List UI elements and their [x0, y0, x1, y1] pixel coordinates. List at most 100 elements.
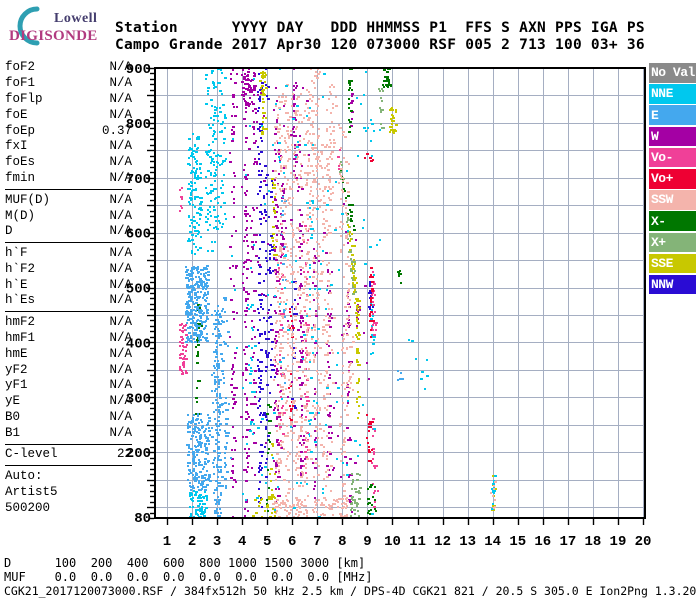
parameter-label: hmE	[5, 346, 28, 361]
parameter-row: h`E N/A	[5, 278, 132, 294]
parameter-label: B1	[5, 426, 21, 441]
parameter-label: MUF(D)	[5, 192, 51, 207]
parameter-label: fxI	[5, 139, 28, 154]
legend-item-x+: X+	[649, 232, 696, 253]
distance-row: D 100 200 400 600 800 1000 1500 3000 [km…	[4, 556, 366, 570]
parameter-row: foEp 0.37	[5, 124, 132, 140]
parameter-row: h`Es N/A	[5, 293, 132, 309]
parameter-label: yE	[5, 394, 21, 409]
file-info-line: CGK21_2017120073000.RSF / 384fx512h 50 k…	[4, 584, 697, 598]
legend-item-nnw: NNW	[649, 274, 696, 295]
parameter-value: N/A	[109, 293, 132, 308]
parameter-row: C-level 22	[5, 447, 132, 463]
parameter-value: N/A	[109, 91, 132, 106]
lowell-digisonde-logo: Lowell DIGISONDE	[2, 2, 114, 52]
parameter-value: N/A	[109, 155, 132, 170]
parameter-group: Auto: Artist5 500200	[5, 465, 132, 518]
parameter-row: M(D) N/A	[5, 209, 132, 225]
parameter-value: N/A	[109, 410, 132, 425]
legend-label: No Val	[651, 65, 695, 81]
parameter-group: hmF2 N/A hmF1 N/A hmE N/A yF2 N/A yF1 N/A yE N/A B0 N…	[5, 311, 132, 444]
parameter-value: 22	[116, 447, 132, 462]
parameter-row: h`F N/A	[5, 246, 132, 262]
legend-item-x-: X-	[649, 211, 696, 231]
parameter-group: MUF(D) N/A M(D) N/A D N/A	[5, 189, 132, 242]
parameter-row: Auto:	[5, 469, 132, 485]
legend-item-sse: SSE	[649, 253, 696, 274]
direction-color-legend: No Val NNE E W Vo- Vo+ SSW X- X+ SSE NNW	[649, 63, 696, 296]
legend-item-vo-: Vo-	[649, 147, 696, 168]
parameter-row: yF1 N/A	[5, 378, 132, 394]
header-field-names: Station YYYY DAY DDD HHMMSS P1 FFS S AXN…	[115, 20, 645, 36]
header-field-values: Campo Grande 2017 Apr30 120 073000 RSF 0…	[115, 37, 645, 53]
parameter-label: fmin	[5, 171, 36, 186]
legend-label: SSE	[651, 255, 673, 271]
legend-label: Vo-	[651, 150, 673, 166]
parameter-group: foF2 N/A foF1 N/A foFlp N/A foE N/A foEp 0.37 fxI N…	[5, 60, 132, 189]
parameter-label: hmF1	[5, 330, 36, 345]
parameter-label: foF2	[5, 60, 36, 74]
parameter-label: h`Es	[5, 293, 36, 308]
parameter-label: 500200	[5, 500, 51, 515]
logo-digisonde-text: DIGISONDE	[9, 28, 98, 44]
parameter-value: N/A	[109, 107, 132, 122]
parameter-value: N/A	[109, 208, 132, 223]
parameter-label: Artist5	[5, 484, 58, 499]
parameter-value: N/A	[109, 139, 132, 154]
parameter-row: hmE N/A	[5, 347, 132, 363]
parameter-value: N/A	[109, 192, 132, 207]
parameter-row: yF2 N/A	[5, 363, 132, 379]
legend-item-nne: NNE	[649, 84, 696, 104]
parameter-value: N/A	[109, 277, 132, 292]
parameter-value: N/A	[109, 346, 132, 361]
parameter-label: M(D)	[5, 208, 36, 223]
legend-item-ssw: SSW	[649, 190, 696, 210]
parameter-row: B0 N/A	[5, 410, 132, 426]
parameter-value: N/A	[109, 245, 132, 260]
legend-item-e: E	[649, 105, 696, 125]
parameter-label: foFlp	[5, 91, 43, 106]
parameter-row: foF2 N/A	[5, 60, 132, 76]
legend-label: W	[651, 128, 659, 144]
parameter-row: yE N/A	[5, 394, 132, 410]
legend-label: NNW	[651, 277, 673, 293]
parameter-panel: foF2 N/A foF1 N/A foFlp N/A foE N/A foEp 0.37 fxI N…	[5, 60, 132, 519]
parameter-row: h`F2 N/A	[5, 262, 132, 278]
parameter-value: N/A	[109, 75, 132, 90]
parameter-value: N/A	[109, 224, 132, 239]
parameter-value: 0.37	[101, 123, 132, 138]
legend-item-noval: No Val	[649, 63, 696, 83]
parameter-value: N/A	[109, 378, 132, 393]
parameter-label: D	[5, 224, 13, 239]
parameter-value: N/A	[109, 394, 132, 409]
parameter-row: foE N/A	[5, 108, 132, 124]
parameter-row: hmF1 N/A	[5, 331, 132, 347]
parameter-label: Auto:	[5, 468, 43, 483]
parameter-row: B1 N/A	[5, 426, 132, 442]
parameter-row: fmin N/A	[5, 171, 132, 187]
legend-item-vo+: Vo+	[649, 168, 696, 189]
parameter-row: foF1 N/A	[5, 76, 132, 92]
parameter-label: foF1	[5, 75, 36, 90]
parameter-row: Artist5	[5, 485, 132, 501]
parameter-label: foEp	[5, 123, 36, 138]
parameter-value: N/A	[109, 60, 132, 74]
parameter-row: D N/A	[5, 224, 132, 240]
logo-lowell-text: Lowell	[54, 11, 98, 26]
parameter-label: foE	[5, 107, 28, 122]
legend-label: NNE	[651, 86, 673, 102]
parameter-label: B0	[5, 410, 21, 425]
parameter-label: yF1	[5, 378, 28, 393]
muf-row: MUF 0.0 0.0 0.0 0.0 0.0 0.0 0.0 0.0 [MHz…	[4, 570, 373, 584]
legend-label: Vo+	[651, 171, 673, 187]
parameter-row: fxI N/A	[5, 139, 132, 155]
parameter-value: N/A	[109, 261, 132, 276]
parameter-label: h`E	[5, 277, 28, 292]
legend-label: E	[651, 107, 659, 123]
parameter-label: foEs	[5, 155, 36, 170]
parameter-label: hmF2	[5, 314, 36, 329]
legend-label: X-	[651, 213, 666, 229]
parameter-row: foEs N/A	[5, 155, 132, 171]
parameter-row: MUF(D) N/A	[5, 193, 132, 209]
parameter-label: h`F	[5, 245, 28, 260]
